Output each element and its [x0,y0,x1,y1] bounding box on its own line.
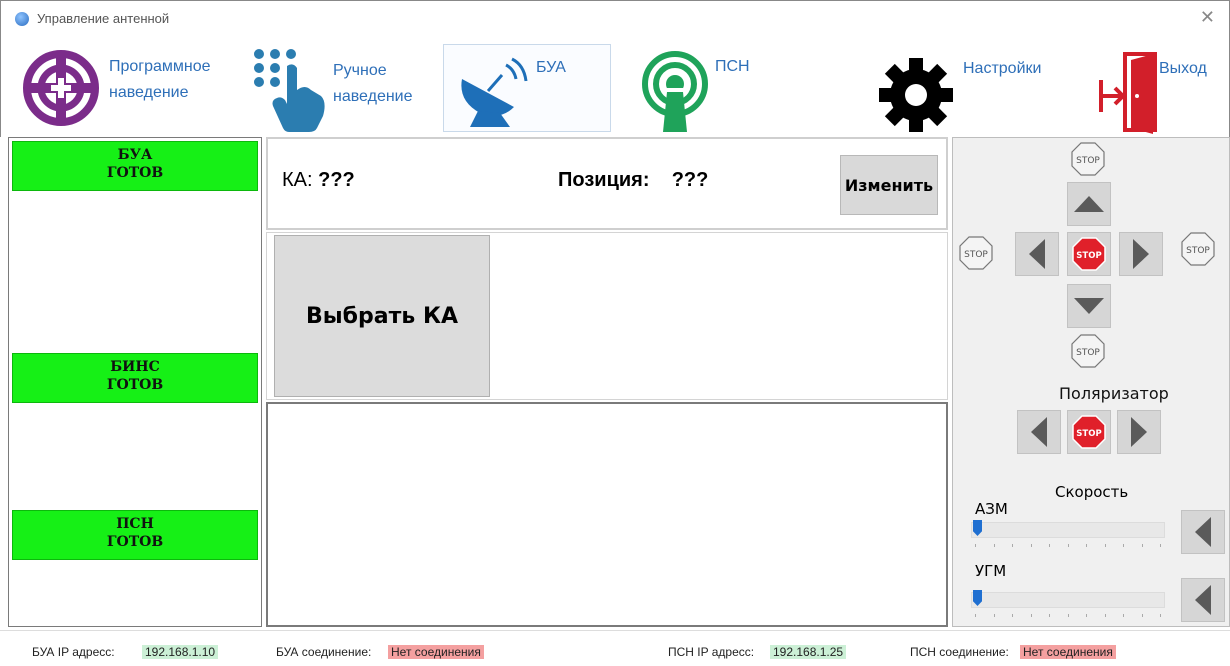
change-button[interactable]: Изменить [840,155,938,215]
tab-manual-pointing[interactable]: Ручное наведение [249,44,439,132]
stop-azimuth-left-icon[interactable]: STOP [959,236,993,270]
arrow-right-icon [1133,239,1149,269]
broadcast-icon [642,51,708,132]
exit-door-icon [1099,52,1157,134]
position-field: Позиция: ??? [558,169,708,192]
psn-connection-label: ПСН соединение: [910,645,1009,659]
move-up-button[interactable] [1067,182,1111,226]
gear-icon [879,58,953,132]
slider-ticks [971,614,1165,618]
ka-value: ??? [318,169,355,191]
position-value: ??? [671,169,709,191]
stop-sign-icon: STOP [1072,415,1106,449]
stop-elevation-down-icon[interactable]: STOP [1071,334,1105,368]
arrow-right-icon [1131,417,1147,447]
tab-manual-label-2: наведение [333,88,413,105]
bua-status-badge: БУА ГОТОВ [12,141,258,191]
arrow-down-icon [1074,298,1104,314]
ugm-label: УГМ [975,562,1007,580]
arrow-left-icon [1195,585,1211,615]
speed-label: Скорость [1055,483,1129,501]
stop-azimuth-right-icon[interactable]: STOP [1181,232,1215,266]
main-toolbar: Программное наведение Ручное наведение Б… [0,34,1230,137]
ugm-speed-slider[interactable] [971,584,1165,617]
psn-ip-label: ПСН IP адресс: [668,645,755,659]
stop-text: STOP [1076,251,1101,261]
polarizer-right-button[interactable] [1117,410,1161,454]
stop-elevation-up-icon[interactable]: STOP [1071,142,1105,176]
slider-track [971,522,1165,538]
stop-text: STOP [1076,429,1101,439]
status-bar: БУА IP адресс: 192.168.1.10 БУА соединен… [0,630,1230,666]
move-down-button[interactable] [1067,284,1111,328]
tab-settings-label: Настройки [963,60,1042,77]
ka-label: КА: [282,169,313,191]
device-status-panel: БУА ГОТОВ БИНС ГОТОВ ПСН ГОТОВ [8,137,262,627]
select-ka-button[interactable]: Выбрать КА [274,235,490,397]
tab-psn[interactable]: ПСН [637,44,787,132]
ka-field: КА: ??? [282,169,355,192]
bins-status-title: БИНС [110,359,160,375]
antenna-control-panel: STOP STOP STOP STOP STOP Поляризатор STO… [952,137,1230,627]
tab-psn-label: ПСН [715,58,750,75]
azm-speed-slider[interactable] [971,514,1165,547]
stop-text: STOP [964,250,988,260]
arrow-left-icon [1029,239,1045,269]
window-title: Управление антенной [37,11,170,26]
tab-manual-label-1: Ручное [333,62,387,79]
bua-ip-label: БУА IP адресс: [32,645,115,659]
arrow-up-icon [1074,196,1104,212]
move-left-button[interactable] [1015,232,1059,276]
tab-bua-label: БУА [536,59,566,76]
bins-status-value: ГОТОВ [106,377,164,393]
slider-track [971,592,1165,608]
tab-exit[interactable]: Выход [1097,44,1229,134]
polarizer-label: Поляризатор [1059,384,1169,403]
bua-ip-value: 192.168.1.10 [142,645,219,659]
arrow-left-icon [1195,517,1211,547]
psn-status-value: ГОТОВ [106,534,164,550]
app-icon [15,12,29,26]
satellite-info-panel: КА: ??? Позиция: ??? Изменить [266,137,948,230]
stop-text: STOP [1076,156,1100,166]
psn-status-title: ПСН [116,516,154,532]
tab-bua[interactable]: БУА [443,44,611,132]
bua-connection-label: БУА соединение: [276,645,372,659]
bua-status-title: БУА [117,147,153,163]
bua-status-value: ГОТОВ [106,165,164,181]
stop-sign-icon: STOP [1072,237,1106,271]
position-label: Позиция: [558,169,650,191]
touch-hand-icon [254,49,325,132]
bins-status-badge: БИНС ГОТОВ [12,353,258,403]
ugm-speed-reset-button[interactable] [1181,578,1225,622]
tab-settings[interactable]: Настройки [873,44,1073,132]
psn-ip-value: 192.168.1.25 [770,645,847,659]
tab-exit-label: Выход [1159,60,1207,77]
tab-program-label-1: Программное [109,58,211,75]
title-bar: Управление антенной ✕ [0,0,1230,34]
psn-status-badge: ПСН ГОТОВ [12,510,258,560]
arrow-left-icon [1031,417,1047,447]
log-area[interactable] [266,402,948,627]
tab-program-pointing[interactable]: Программное наведение [21,44,251,132]
psn-connection-value: Нет соединения [1020,645,1116,659]
stop-text: STOP [1186,246,1210,256]
bua-connection-value: Нет соединения [388,645,484,659]
polarizer-stop-button[interactable]: STOP [1067,410,1111,454]
stop-all-button[interactable]: STOP [1067,232,1111,276]
satellite-dish-icon [461,57,528,127]
move-right-button[interactable] [1119,232,1163,276]
azm-speed-reset-button[interactable] [1181,510,1225,554]
polarizer-left-button[interactable] [1017,410,1061,454]
stop-text: STOP [1076,348,1100,358]
tab-program-label-2: наведение [109,84,189,101]
satellite-select-panel: Выбрать КА [266,232,948,400]
slider-ticks [971,544,1165,548]
close-icon[interactable]: ✕ [1200,7,1215,28]
target-icon [23,50,99,126]
